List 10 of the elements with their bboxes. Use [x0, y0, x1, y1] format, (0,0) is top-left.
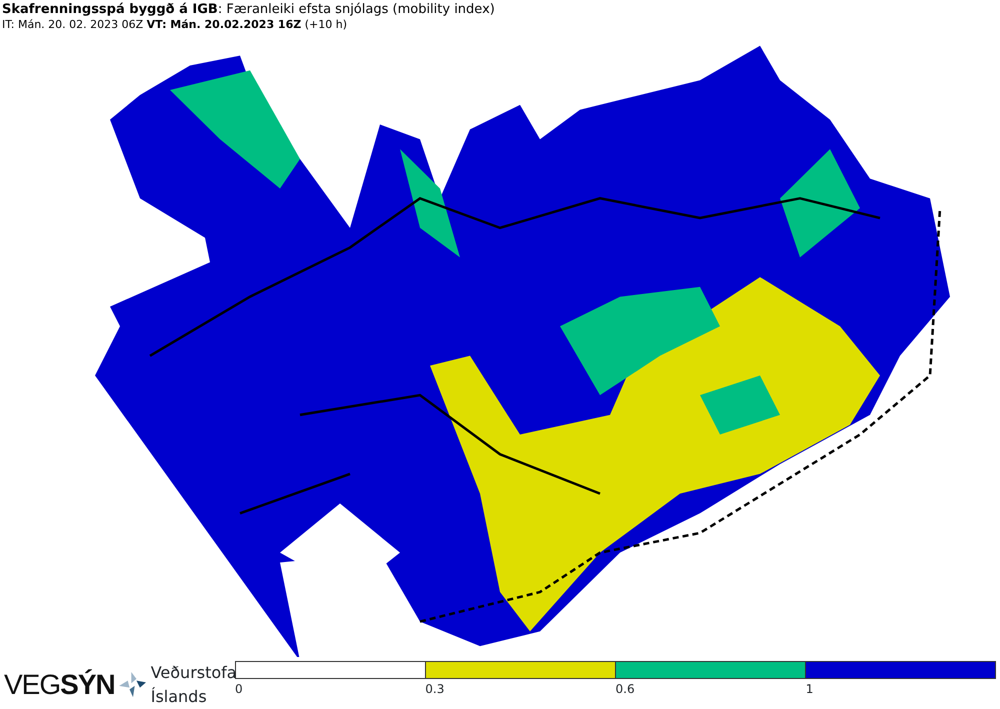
agency-name: Íslands: [150, 686, 208, 708]
legend-label: 0: [235, 682, 243, 696]
legend-label: 0.3: [425, 682, 444, 696]
agency-logo-icon: [118, 672, 147, 698]
agency-name: Veðurstofa: [150, 662, 237, 684]
vegsyn-logo: VEGSÝN: [4, 671, 115, 699]
forecast-times: IT: Mán. 20. 02. 2023 06Z VT: Mán. 20.02.2023 16Z (+10 h): [2, 18, 348, 31]
legend-label: 1: [806, 682, 814, 696]
map-title: Skafrenningsspá byggð á IGB: Færanleiki efsta snjólags (mobility index): [2, 2, 496, 18]
legend-label: 0.6: [616, 682, 635, 696]
